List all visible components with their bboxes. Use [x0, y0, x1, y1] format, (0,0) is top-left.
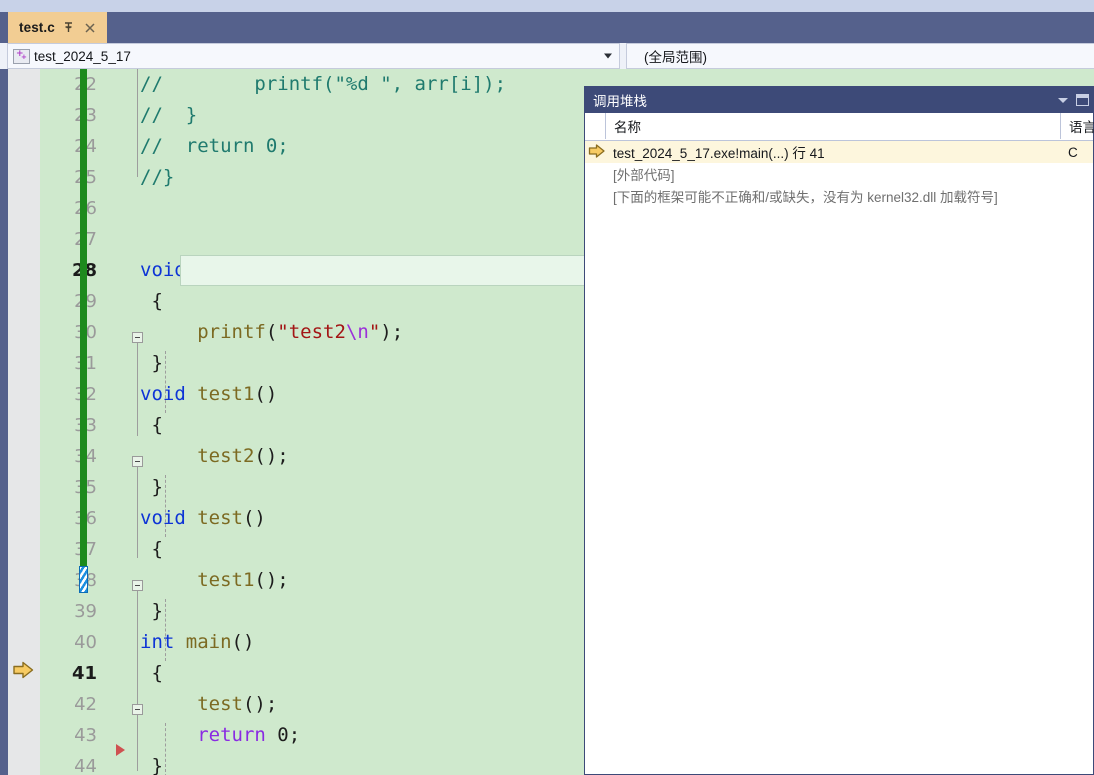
line-text: }	[140, 352, 163, 374]
current-frame-arrow-icon	[588, 143, 606, 160]
column-header-name[interactable]: 名称	[605, 113, 1060, 139]
line-text: }	[140, 476, 163, 498]
line-number: 34	[40, 441, 97, 472]
line-text: // return 0;	[140, 135, 289, 157]
window-top-chrome	[0, 0, 1094, 12]
line-text: printf("test2\n");	[197, 321, 404, 343]
chevron-down-icon[interactable]	[604, 53, 612, 59]
member-scope-label: (全局范围)	[644, 50, 707, 65]
line-number: 32	[40, 379, 97, 410]
line-number: 27	[40, 224, 97, 255]
line-text: {	[140, 414, 163, 436]
document-tab-test-c[interactable]: test.c	[8, 12, 107, 43]
visual-studio-window: test.c + + test_2024_5_17 (全局范围) // prin…	[0, 0, 1094, 775]
collapse-toggle-icon[interactable]	[132, 704, 143, 715]
line-number: 26	[40, 193, 97, 224]
call-stack-row[interactable]: test_2024_5_17.exe!main(...) 行 41 C	[585, 141, 1093, 163]
change-bar-saved-2	[80, 319, 87, 567]
line-number: 35	[40, 472, 97, 503]
line-text: void test1()	[140, 383, 278, 405]
call-stack-frame-name: test_2024_5_17.exe!main(...) 行 41	[613, 146, 825, 161]
indent-guide-line	[165, 475, 166, 537]
indent-guide-line	[165, 723, 166, 775]
document-tab-label: test.c	[19, 20, 55, 35]
call-stack-frame-language: C	[1068, 144, 1078, 160]
structure-guide-line	[137, 341, 138, 436]
line-number: 40	[74, 632, 97, 653]
line-number: 28	[40, 255, 97, 286]
document-tab-strip: test.c	[0, 12, 1094, 43]
member-scope-dropdown[interactable]: (全局范围)	[626, 43, 1094, 69]
line-text: {	[140, 662, 163, 684]
pin-icon[interactable]	[62, 21, 76, 35]
line-number: 25	[40, 162, 97, 193]
call-stack-header: 调用堆栈	[585, 87, 1093, 113]
structure-guide-line	[137, 465, 138, 558]
indent-guide-line	[165, 599, 166, 661]
unsaved-edit-marker	[79, 566, 88, 593]
debug-left-strip	[0, 69, 8, 775]
line-number: 43	[74, 725, 97, 746]
line-number: 44	[74, 756, 97, 775]
call-stack-header-tools	[1058, 87, 1089, 113]
c-file-icon: + +	[13, 48, 30, 64]
line-text: // }	[140, 104, 198, 126]
line-number: 22	[40, 69, 97, 100]
project-scope-label: test_2024_5_17	[34, 48, 131, 64]
line-text: test1();	[197, 569, 289, 591]
line-text: test();	[197, 693, 278, 715]
line-number: 36	[40, 503, 97, 534]
column-header-language[interactable]: 语言	[1060, 113, 1094, 139]
collapse-toggle-icon[interactable]	[132, 456, 143, 467]
line-text: {	[140, 290, 163, 312]
line-text: void test()	[140, 507, 266, 529]
call-stack-panel: 调用堆栈 名称 语言 test_2024_5_17.exe!main(...) …	[584, 86, 1094, 775]
line-number: 38	[40, 565, 97, 596]
collapse-toggle-icon[interactable]	[132, 580, 143, 591]
change-bar-saved	[80, 69, 87, 319]
line-text: //}	[140, 166, 175, 188]
call-stack-column-header: 名称 语言	[585, 113, 1094, 141]
run-to-cursor-icon[interactable]	[116, 744, 125, 756]
structure-guide-line	[137, 69, 138, 177]
close-icon[interactable]	[83, 21, 97, 35]
navigation-bar: + + test_2024_5_17 (全局范围)	[0, 43, 1094, 69]
chevron-down-icon[interactable]	[1058, 97, 1068, 103]
project-scope-dropdown[interactable]: + + test_2024_5_17	[7, 43, 620, 69]
line-text: // printf("%d ", arr[i]);	[140, 73, 507, 95]
line-number: 24	[40, 131, 97, 162]
line-number: 42	[74, 694, 97, 715]
call-stack-frame-name: [下面的框架可能不正确和/或缺失，没有为 kernel32.dll 加载符号]	[613, 190, 998, 205]
line-text: }	[140, 600, 163, 622]
window-restore-icon[interactable]	[1076, 94, 1089, 106]
line-text: int main()	[140, 631, 255, 653]
indent-guide-line	[165, 351, 166, 413]
line-number: 29	[40, 286, 97, 317]
line-number: 31	[40, 348, 97, 379]
call-stack-title: 调用堆栈	[593, 94, 647, 109]
call-stack-row[interactable]: [外部代码]	[585, 163, 1093, 185]
line-text: {	[140, 538, 163, 560]
line-number: 37	[40, 534, 97, 565]
line-text: test2();	[197, 445, 289, 467]
line-number: 39	[74, 601, 97, 622]
collapse-toggle-icon[interactable]	[132, 332, 143, 343]
call-stack-frame-name: [外部代码]	[613, 168, 675, 183]
line-number: 30	[40, 317, 97, 348]
line-number: 33	[40, 410, 97, 441]
line-number: 23	[40, 100, 97, 131]
call-stack-row[interactable]: [下面的框架可能不正确和/或缺失，没有为 kernel32.dll 加载符号]	[585, 185, 1093, 207]
line-number: 41	[71, 663, 97, 684]
line-text: }	[140, 755, 163, 775]
current-statement-arrow-icon	[12, 660, 36, 680]
